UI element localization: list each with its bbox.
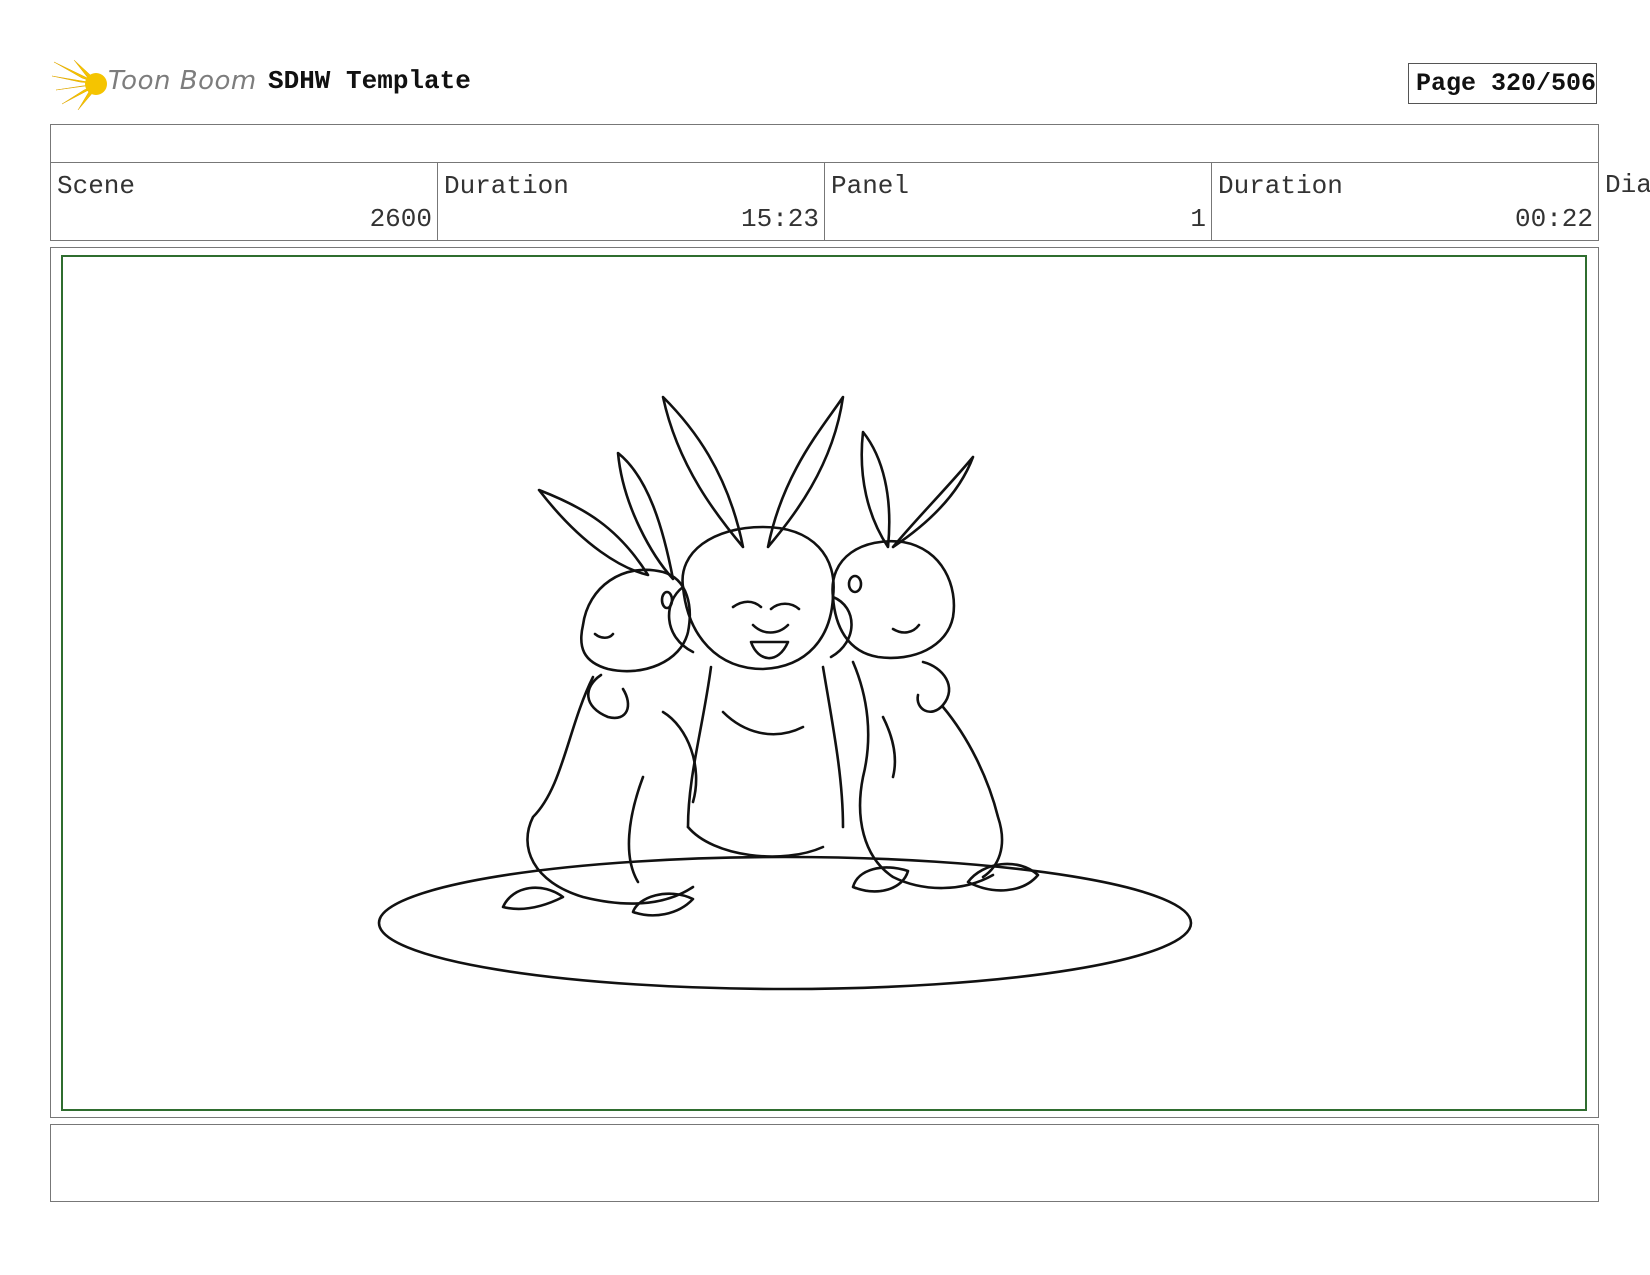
toon-boom-logo: Toon Boom (52, 56, 256, 112)
panel-label: Panel (831, 171, 910, 201)
middle-bunny (661, 395, 853, 858)
dialogue-cell: Dia (1599, 162, 1650, 241)
panel-cell: Panel 1 (824, 162, 1212, 241)
scene-cell: Scene 2600 (50, 162, 438, 241)
panel-duration-label: Duration (1218, 171, 1343, 201)
bunny-sketch (377, 395, 1193, 991)
scene-duration-label: Duration (444, 171, 569, 201)
panel-duration-cell: Duration 00:22 (1211, 162, 1599, 241)
scene-label: Scene (57, 171, 136, 201)
storyboard-panel (61, 255, 1587, 1111)
page-indicator: Page 320/506 (1408, 63, 1597, 104)
sequence-header-strip (50, 124, 1599, 163)
scene-duration-value: 15:23 (740, 204, 819, 234)
dialogue-label: Dia (1605, 170, 1650, 200)
scene-duration-cell: Duration 15:23 (437, 162, 825, 241)
scene-value: 2600 (369, 204, 432, 234)
panel-notes-box[interactable] (50, 1124, 1599, 1202)
starburst-icon (52, 59, 107, 111)
document-title: SDHW Template (268, 66, 471, 96)
logo-wordmark: Toon Boom (108, 66, 257, 96)
panel-duration-value: 00:22 (1514, 204, 1593, 234)
left-bunny (501, 451, 698, 917)
ground-shadow (377, 855, 1193, 991)
right-bunny (831, 430, 1040, 893)
panel-value: 1 (1190, 204, 1206, 234)
panel-info-row: Scene 2600 Duration 15:23 Panel 1 Durati… (50, 162, 1650, 241)
